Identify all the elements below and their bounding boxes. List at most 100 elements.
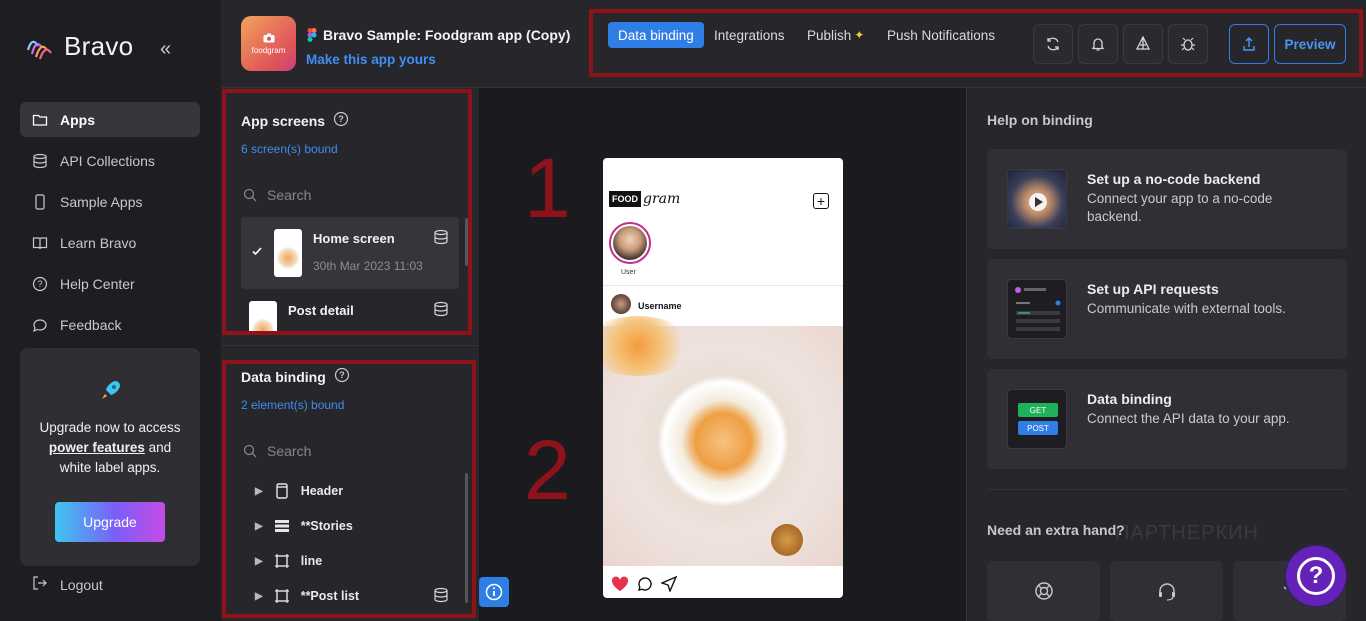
- send-icon[interactable]: [661, 576, 677, 592]
- tab-data-binding[interactable]: Data binding: [608, 22, 704, 48]
- post-username: Username: [638, 301, 682, 311]
- story-avatar[interactable]: [609, 222, 651, 264]
- refresh-icon: [1047, 37, 1059, 51]
- publish-sail-button[interactable]: [1123, 24, 1163, 64]
- brand-logo[interactable]: Bravo: [24, 30, 133, 62]
- heart-icon[interactable]: [611, 576, 629, 592]
- phone-preview[interactable]: FOOD gram + User Username: [603, 158, 843, 598]
- sidebar-item-label: Feedback: [60, 316, 122, 333]
- post-avatar: [611, 294, 631, 314]
- post-badge: POST: [1018, 421, 1058, 435]
- headset-icon: [1158, 583, 1175, 601]
- power-features-link[interactable]: power features: [49, 440, 145, 455]
- tab-publish-label: Publish: [807, 27, 852, 43]
- sparkle-icon: ✦: [854, 28, 865, 42]
- get-badge: GET: [1018, 403, 1058, 417]
- sidebar-item-api-collections[interactable]: API Collections: [20, 143, 200, 178]
- sidebar-item-feedback[interactable]: Feedback: [20, 307, 200, 342]
- figma-icon: [307, 28, 317, 42]
- help-card-title: Data binding: [1087, 391, 1172, 407]
- info-icon: [485, 583, 503, 601]
- info-button[interactable]: [479, 577, 509, 607]
- sidebar-item-label: API Collections: [60, 152, 155, 169]
- sail-icon: [1135, 36, 1151, 50]
- logout-icon: [32, 575, 48, 594]
- api-form-icon: [1015, 287, 1061, 331]
- sidebar-item-label: Learn Bravo: [60, 234, 137, 251]
- bell-icon: [1091, 38, 1105, 51]
- upload-icon: [1243, 37, 1255, 51]
- sidebar-item-sample-apps[interactable]: Sample Apps: [20, 184, 200, 219]
- annotation-box-2: [222, 360, 476, 618]
- question-mark-icon: ?: [1297, 557, 1335, 595]
- comment-icon[interactable]: [637, 576, 653, 592]
- logout-button[interactable]: Logout: [32, 575, 103, 594]
- help-fab-button[interactable]: ?: [1286, 546, 1346, 606]
- help-card-api-requests[interactable]: Set up API requests Communicate with ext…: [987, 259, 1347, 359]
- help-circle-icon: ?: [32, 276, 48, 292]
- tab-push-notifications[interactable]: Push Notifications: [877, 22, 1005, 48]
- help-card-desc: Connect your app to a no-code backend.: [1087, 191, 1273, 224]
- help-card-desc: Connect the API data to your app.: [1087, 411, 1290, 426]
- upgrade-button[interactable]: Upgrade: [55, 502, 165, 542]
- tab-integrations[interactable]: Integrations: [704, 22, 795, 48]
- share-button[interactable]: [1229, 24, 1269, 64]
- story-photo: [613, 226, 647, 260]
- rocket-icon: [99, 378, 123, 402]
- app-screens-panel: App screens ? 6 screen(s) bound Search H…: [221, 88, 479, 345]
- debug-button[interactable]: [1168, 24, 1208, 64]
- lifebuoy-icon: [1034, 582, 1053, 600]
- extra-hand-title: Need an extra hand?: [987, 522, 1125, 538]
- help-card-data-binding[interactable]: GET POST Data binding Connect the API da…: [987, 369, 1347, 469]
- app-root: Bravo « Apps API Collections Sample Apps…: [0, 0, 1366, 621]
- sidebar-item-label: Sample Apps: [60, 193, 143, 210]
- make-app-yours-link[interactable]: Make this app yours: [306, 52, 436, 67]
- logout-label: Logout: [60, 576, 103, 593]
- foodgram-logo: FOOD gram: [609, 191, 680, 207]
- svg-text:?: ?: [37, 279, 42, 289]
- app-title-text: Bravo Sample: Foodgram app (Copy): [323, 27, 571, 43]
- annotation-number-2: 2: [524, 423, 571, 517]
- annotation-number-1: 1: [524, 141, 571, 235]
- sidebar-item-label: Help Center: [60, 275, 135, 292]
- sidebar-item-learn-bravo[interactable]: Learn Bravo: [20, 225, 200, 260]
- api-thumbnail: [1007, 279, 1067, 339]
- preview-button[interactable]: Preview: [1274, 24, 1346, 64]
- play-icon: [1029, 193, 1047, 211]
- post-actions: [611, 576, 677, 592]
- sidebar-item-help-center[interactable]: ? Help Center: [20, 266, 200, 301]
- upgrade-card: Upgrade now to access power features and…: [20, 348, 200, 566]
- help-card-desc: Communicate with external tools.: [1087, 301, 1286, 316]
- upgrade-text: Upgrade now to access power features and…: [30, 418, 190, 478]
- sidebar-item-label: Apps: [60, 111, 95, 128]
- notifications-button[interactable]: [1078, 24, 1118, 64]
- sidebar-item-apps[interactable]: Apps: [20, 102, 200, 137]
- tab-publish[interactable]: Publish ✦: [797, 22, 874, 48]
- database-icon: [32, 153, 48, 169]
- app-thumbnail[interactable]: foodgram: [241, 16, 296, 71]
- brand-name: Bravo: [64, 30, 134, 61]
- support-card-lifebuoy[interactable]: [987, 561, 1100, 621]
- divider: [987, 489, 1347, 490]
- bug-icon: [1181, 37, 1195, 51]
- upgrade-line-3: white label apps.: [59, 460, 161, 475]
- logo-food-text: FOOD: [609, 191, 641, 207]
- book-icon: [32, 235, 48, 251]
- help-card-nocode-backend[interactable]: Set up a no-code backend Connect your ap…: [987, 149, 1347, 249]
- folder-icon: [32, 112, 48, 128]
- help-title: Help on binding: [987, 112, 1093, 128]
- bravo-logo-icon: [24, 30, 56, 62]
- divider: [603, 285, 843, 286]
- app-title: Bravo Sample: Foodgram app (Copy): [307, 27, 570, 43]
- video-thumbnail: [1007, 169, 1067, 229]
- annotation-box-1: [222, 89, 472, 335]
- refresh-button[interactable]: [1033, 24, 1073, 64]
- sidebar-nav: Apps API Collections Sample Apps Learn B…: [20, 102, 200, 348]
- help-card-title: Set up a no-code backend: [1087, 171, 1261, 187]
- support-card-headset[interactable]: [1110, 561, 1223, 621]
- collapse-sidebar-icon[interactable]: «: [160, 38, 171, 61]
- top-bar: foodgram Bravo Sample: Foodgram app (Cop…: [221, 0, 1366, 88]
- upgrade-line-1: Upgrade now to access: [39, 420, 181, 435]
- camera-icon: [263, 33, 274, 42]
- add-post-icon[interactable]: +: [813, 193, 829, 209]
